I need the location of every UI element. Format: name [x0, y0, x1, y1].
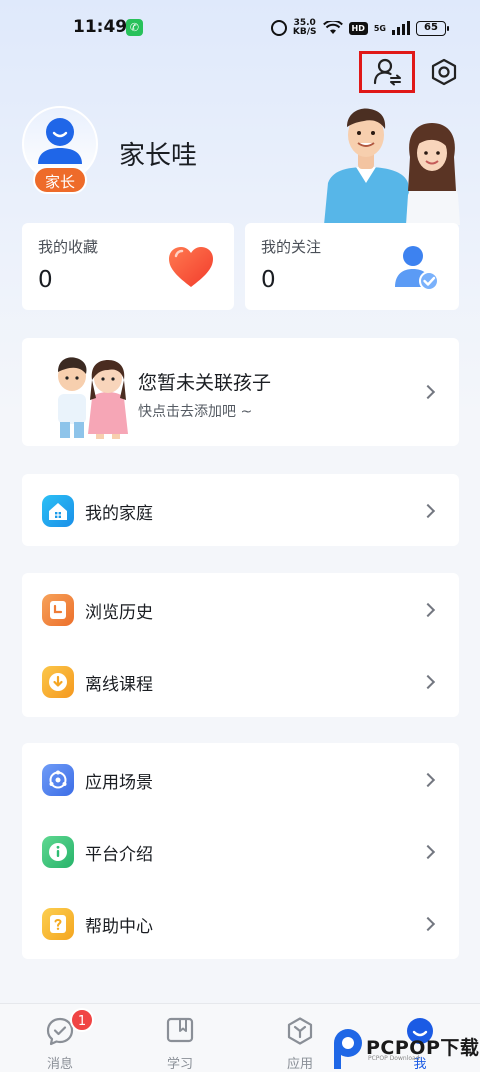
- switch-account-button[interactable]: [359, 51, 415, 93]
- add-child-hint: 快点击去添加吧 ~: [138, 404, 253, 420]
- user-switch-icon: [373, 58, 401, 86]
- tab-study[interactable]: 学习: [120, 1004, 240, 1072]
- signal-bars-icon: [392, 21, 410, 35]
- settings-hexagon-icon: [431, 58, 457, 86]
- unread-badge: 1: [70, 1008, 94, 1032]
- following-label: 我的关注: [261, 238, 322, 256]
- alarm-icon: [270, 20, 287, 36]
- menu-item-offline-courses[interactable]: 离线课程: [22, 645, 459, 717]
- battery-icon: 65: [416, 20, 449, 36]
- family-illustration: [324, 108, 460, 225]
- history-icon: [42, 594, 74, 626]
- link-child-card[interactable]: 您暂未关联孩子 快点击去添加吧 ~: [22, 338, 459, 446]
- chevron-right-icon: [420, 916, 436, 932]
- watermark-subtext: PCPOP Download: [368, 1055, 420, 1062]
- study-icon: [166, 1017, 194, 1043]
- net-speed: 35.0 KB/S: [293, 19, 317, 37]
- settings-button[interactable]: [416, 51, 472, 93]
- chevron-right-icon: [420, 772, 436, 788]
- network-type: 5G: [373, 23, 386, 33]
- heart-icon: [169, 247, 213, 287]
- following-card[interactable]: 我的关注 0: [245, 223, 459, 310]
- chevron-right-icon: [420, 844, 436, 860]
- role-badge: 家长: [33, 166, 87, 194]
- tab-label: 消息: [46, 1057, 73, 1072]
- menu-item-label: 应用场景: [85, 773, 153, 793]
- status-bar: 11:49 ✆ 35.0 KB/S HD 5G 65: [0, 0, 480, 56]
- favorites-count: 0: [38, 267, 53, 293]
- chevron-right-icon: [420, 503, 436, 519]
- tab-label: 学习: [166, 1057, 193, 1072]
- children-illustration: [58, 357, 128, 439]
- menu-item-label: 浏览历史: [85, 603, 153, 623]
- home-icon: [42, 495, 74, 527]
- follow-user-icon: [395, 246, 439, 291]
- user-name: 家长哇: [119, 141, 198, 171]
- tab-messages[interactable]: 1 消息: [0, 1004, 120, 1072]
- menu-item-browse-history[interactable]: 浏览历史: [22, 573, 459, 645]
- menu-item-platform-intro[interactable]: 平台介绍: [22, 815, 459, 887]
- wifi-icon: [322, 21, 343, 34]
- info-icon: [42, 836, 74, 868]
- menu-item-label: 离线课程: [85, 675, 153, 695]
- menu-item-label: 帮助中心: [85, 917, 153, 937]
- help-icon: [42, 908, 74, 940]
- menu-group-family: 我的家庭: [22, 474, 459, 546]
- hd-badge: HD: [348, 21, 368, 35]
- menu-group-platform: 应用场景 平台介绍 帮助中心: [22, 743, 459, 959]
- following-count: 0: [261, 267, 276, 293]
- apps-icon: [287, 1017, 313, 1045]
- menu-item-my-family[interactable]: 我的家庭: [22, 474, 459, 546]
- menu-item-label: 平台介绍: [85, 845, 153, 865]
- status-icons: 35.0 KB/S HD 5G 65: [270, 17, 449, 39]
- phone-call-icon: ✆: [126, 19, 143, 36]
- watermark-logo: PCPOP下载 PCPOP Download: [330, 1025, 480, 1072]
- scene-icon: [42, 764, 74, 796]
- menu-group-learning: 浏览历史 离线课程: [22, 573, 459, 717]
- favorites-label: 我的收藏: [38, 238, 99, 256]
- chevron-right-icon: [420, 384, 436, 400]
- pcpop-logo-icon: [334, 1029, 362, 1069]
- menu-item-app-scenes[interactable]: 应用场景: [22, 743, 459, 815]
- status-time: 11:49: [73, 17, 128, 37]
- no-child-title: 您暂未关联孩子: [138, 372, 272, 394]
- chevron-right-icon: [420, 674, 436, 690]
- chevron-right-icon: [420, 602, 436, 618]
- net-speed-unit: KB/S: [292, 27, 317, 37]
- download-icon: [42, 666, 74, 698]
- menu-item-help-center[interactable]: 帮助中心: [22, 887, 459, 959]
- favorites-card[interactable]: 我的收藏 0: [22, 223, 234, 310]
- menu-item-label: 我的家庭: [85, 504, 153, 524]
